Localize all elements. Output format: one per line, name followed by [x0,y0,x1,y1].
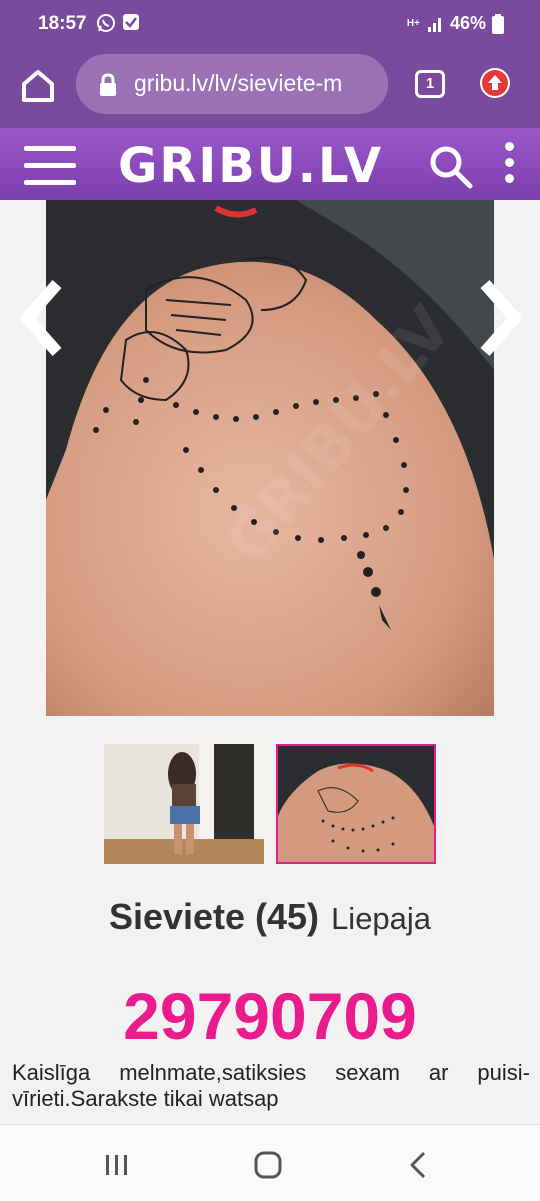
profile-city: Liepaja [331,901,432,936]
site-header: GRIBU.LV [0,128,540,200]
battery-percent: 46% [449,13,486,33]
photo-thumbnail-2[interactable] [276,744,436,864]
phone-number[interactable]: 29790709 [0,978,540,1054]
tabs-button[interactable]: 1 [415,70,445,98]
previous-photo-arrow[interactable] [12,278,72,358]
next-photo-arrow[interactable] [470,278,530,358]
home-icon [22,70,54,102]
back-nav-icon[interactable] [408,1151,428,1179]
browser-update-button[interactable] [480,68,510,98]
url-text: gribu.lv/lv/sieviete-m [134,70,343,96]
profile-title: Sieviete (45) Liepaja [0,896,540,938]
lock-icon [100,73,116,96]
photo-thumbnail-1[interactable] [104,744,264,864]
profile-name-age: Sieviete (45) [108,896,320,937]
signal-icon [427,17,441,32]
battery-icon [492,13,504,34]
status-bar: 18:57 H+ 46% [0,0,540,48]
site-logo[interactable]: GRIBU.LV [118,138,383,194]
check-notification-icon [123,14,139,30]
browser-home-button[interactable] [18,66,58,106]
main-photo[interactable]: GRIBU.LV [46,200,494,716]
home-nav-icon[interactable] [254,1151,282,1179]
hamburger-menu-icon[interactable] [24,146,76,185]
tattoo-photo: GRIBU.LV [46,200,494,716]
update-arrow-icon [482,70,508,96]
network-icon: H+ [406,17,420,29]
browser-toolbar: gribu.lv/lv/sieviete-m 1 [0,48,540,128]
more-options-icon[interactable] [503,142,517,186]
search-icon[interactable] [428,144,474,190]
recent-apps-icon[interactable] [104,1153,130,1177]
status-time: 18:57 [38,13,87,34]
address-bar[interactable]: gribu.lv/lv/sieviete-m [76,54,388,114]
whatsapp-icon [97,14,115,32]
notification-icons [96,13,140,33]
thumbnail-image [104,744,264,864]
thumbnail-image [278,746,434,862]
system-navigation-bar [0,1124,540,1201]
profile-description: Kaislīga melnmate,satiksies sexam ar pui… [12,1060,530,1111]
status-right: H+ 46% [407,13,504,34]
